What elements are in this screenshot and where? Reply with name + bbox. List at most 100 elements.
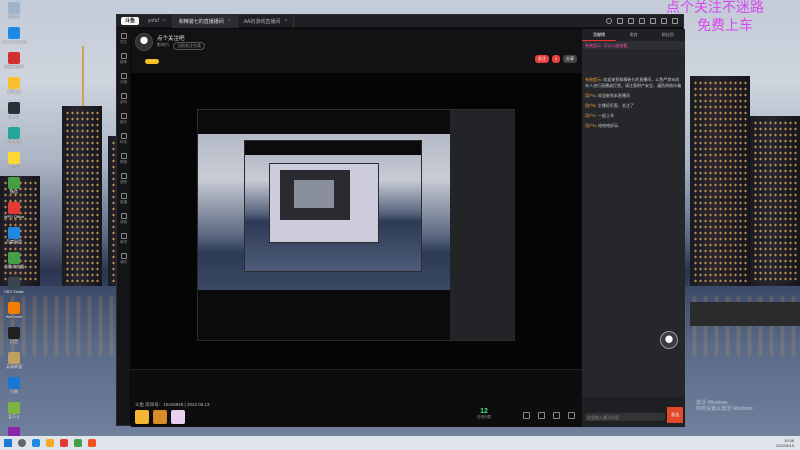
desktop-icon[interactable]: 腾讯QQ bbox=[2, 77, 26, 99]
nav-item[interactable]: 鱼吧 bbox=[120, 233, 128, 245]
chat-username[interactable]: 用户A bbox=[585, 93, 596, 98]
category-pill[interactable]: 当前关注分类 bbox=[173, 42, 205, 50]
desktop-icon[interactable]: WPS Office bbox=[2, 202, 26, 224]
nav-item[interactable]: 娱乐 bbox=[120, 113, 128, 125]
desktop-icon[interactable]: 哔哩哔哩 bbox=[2, 127, 26, 149]
nav-item[interactable]: 音频 bbox=[120, 173, 128, 185]
chat-text: 主播好厉害，关注了 bbox=[597, 103, 634, 108]
search-icon[interactable] bbox=[18, 439, 26, 447]
close-icon[interactable]: × bbox=[228, 18, 231, 24]
edge-icon[interactable] bbox=[32, 439, 40, 447]
tab-contribution[interactable]: 贡献榜 bbox=[582, 29, 617, 41]
desktop-icon[interactable]: 百度网盘 bbox=[2, 227, 26, 249]
user-icon[interactable] bbox=[606, 18, 612, 24]
app-icon bbox=[8, 77, 20, 89]
gift-icon[interactable] bbox=[153, 410, 167, 424]
app-icon bbox=[8, 127, 20, 139]
streamer-avatar[interactable] bbox=[135, 33, 153, 51]
folder-icon[interactable] bbox=[46, 439, 54, 447]
send-button[interactable]: 发送 bbox=[667, 407, 683, 423]
close-icon[interactable]: × bbox=[284, 18, 287, 24]
desktop-icon[interactable]: 英雄联盟 bbox=[2, 352, 26, 374]
tab-vip[interactable]: 贵宾 bbox=[616, 29, 650, 41]
gift-icon[interactable] bbox=[617, 18, 623, 24]
settings-icon[interactable] bbox=[639, 18, 645, 24]
online-count: 12 bbox=[480, 408, 488, 415]
chat-app-icon[interactable] bbox=[74, 439, 82, 447]
app-icon bbox=[8, 352, 20, 364]
desktop-icon-label: 哔哩哔哩 bbox=[6, 139, 22, 144]
desktop-icon-label: 微信 bbox=[10, 189, 18, 194]
nav-item[interactable]: 商城 bbox=[120, 213, 128, 225]
desktop-icon[interactable]: 网易云音乐 bbox=[2, 52, 26, 74]
chat-input[interactable]: 这里输入聊天内容 bbox=[585, 413, 665, 421]
taskbar: 19:36 2022/6/13 bbox=[0, 436, 800, 450]
nav-label: 赛事 bbox=[120, 160, 127, 164]
app-icon bbox=[8, 52, 20, 64]
chat-username[interactable]: 用户D bbox=[585, 123, 596, 128]
app-icon bbox=[8, 27, 20, 39]
chat-username[interactable]: 系统提示 bbox=[585, 77, 601, 82]
minimize-icon[interactable] bbox=[650, 18, 656, 24]
nav-item[interactable]: 游戏 bbox=[120, 93, 128, 105]
message-icon[interactable] bbox=[628, 18, 634, 24]
desktop-icon[interactable]: 爱奇艺 bbox=[2, 402, 26, 424]
floating-avatar[interactable] bbox=[660, 331, 678, 349]
share-button[interactable]: 分享 bbox=[563, 55, 577, 63]
desktop-icon[interactable]: 抖音 bbox=[2, 327, 26, 349]
desktop-icon[interactable]: WeGame bbox=[2, 302, 26, 324]
app-logo[interactable]: 斗鱼 bbox=[121, 17, 139, 25]
nav-item[interactable]: 推荐 bbox=[120, 53, 128, 65]
app-icon bbox=[8, 252, 20, 264]
nested-header bbox=[245, 141, 421, 155]
nav-item[interactable]: 关注 bbox=[120, 33, 128, 45]
task-icon[interactable] bbox=[523, 412, 530, 419]
desktop-icon[interactable]: Steam bbox=[2, 102, 26, 124]
fans-icon[interactable] bbox=[553, 412, 560, 419]
app-icon[interactable] bbox=[60, 439, 68, 447]
tab-3[interactable]: AA的游戏直播间 × bbox=[238, 14, 295, 28]
nav-label: 分类 bbox=[120, 80, 127, 84]
desktop-icon[interactable]: 回收站 bbox=[2, 2, 26, 24]
bag-icon[interactable] bbox=[538, 412, 545, 419]
tab-fans[interactable]: 粉丝团 bbox=[651, 29, 685, 41]
follow-button[interactable]: 关注 bbox=[534, 55, 549, 63]
desktop-icon[interactable]: Microsoft Edge bbox=[1, 27, 27, 49]
nav-item[interactable]: 分类 bbox=[120, 73, 128, 85]
app-icon bbox=[8, 302, 20, 314]
tab-1[interactable]: yofuf × bbox=[142, 14, 173, 28]
nav-item[interactable]: 赛事 bbox=[120, 153, 128, 165]
online-stat[interactable]: 12 在线列表 bbox=[477, 408, 491, 420]
start-icon[interactable] bbox=[4, 439, 12, 447]
clock[interactable]: 19:36 2022/6/13 bbox=[776, 438, 794, 448]
tab-2[interactable]: 和精装七的直播播间 × bbox=[172, 14, 238, 28]
chat-message: 用户B: 主播好厉害，关注了 bbox=[582, 101, 685, 111]
nav-item[interactable]: 直播 bbox=[120, 193, 128, 205]
app-icon bbox=[8, 152, 20, 164]
gift-icon[interactable] bbox=[171, 410, 185, 424]
desktop-icon[interactable]: QQ音乐 bbox=[2, 152, 26, 174]
chat-username[interactable]: 用户B bbox=[585, 103, 596, 108]
nav-label: 直播 bbox=[120, 200, 127, 204]
desktop-icon[interactable]: 谷歌浏览器 bbox=[2, 252, 26, 274]
maximize-icon[interactable] bbox=[661, 18, 667, 24]
close-window-icon[interactable] bbox=[672, 18, 678, 24]
desktop-icon[interactable]: 微信 bbox=[2, 177, 26, 199]
room-bottom-bar: 斗鱼 房间号：10416945 | 2022.06.13 12 在线列表 bbox=[131, 369, 581, 427]
desktop-icon-label: 回收站 bbox=[8, 14, 20, 19]
nested-screen-1 bbox=[197, 109, 515, 341]
desktop-icon[interactable]: OBS Studio bbox=[2, 277, 26, 299]
gift-icon[interactable] bbox=[135, 410, 149, 424]
app-icon bbox=[8, 402, 20, 414]
nav-label: 游戏 bbox=[120, 100, 127, 104]
nav-item[interactable]: 我的 bbox=[120, 253, 128, 265]
more-icon[interactable] bbox=[568, 412, 575, 419]
close-icon[interactable]: × bbox=[163, 18, 166, 24]
stream-app-icon[interactable] bbox=[88, 439, 96, 447]
pier bbox=[690, 302, 800, 326]
chat-username[interactable]: 用户C bbox=[585, 113, 596, 118]
video-player[interactable] bbox=[131, 73, 581, 369]
desktop-icon[interactable]: 迅雷 bbox=[2, 377, 26, 399]
desktop-icon-label: 网易云音乐 bbox=[4, 64, 24, 69]
nav-item[interactable]: 科技 bbox=[120, 133, 128, 145]
